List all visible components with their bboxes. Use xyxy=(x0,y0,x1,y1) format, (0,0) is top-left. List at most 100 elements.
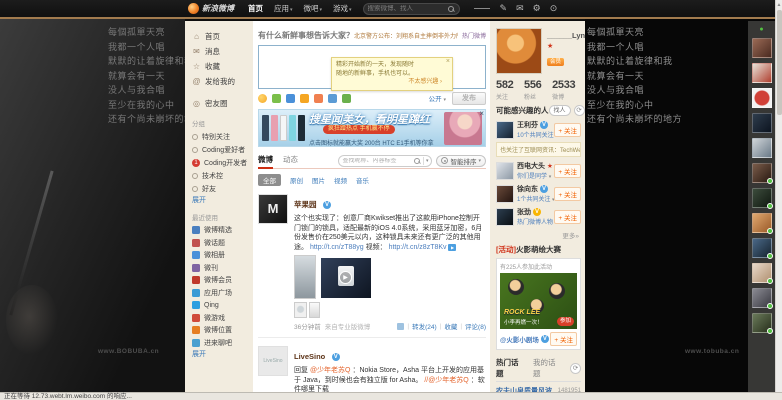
tooltip-dismiss-link[interactable]: 不太感兴趣 › xyxy=(336,78,442,87)
sidebar-item-mentions[interactable]: @发给我的 xyxy=(192,74,253,89)
group-coding-2[interactable]: 1Coding开发者 xyxy=(192,156,253,169)
close-icon[interactable]: × xyxy=(479,109,484,118)
follow-button[interactable]: + 关注 xyxy=(554,164,581,178)
mail-icon[interactable]: ✉ xyxy=(516,0,524,18)
tab-activity[interactable]: 动态 xyxy=(283,153,298,169)
search-icon[interactable] xyxy=(447,5,455,13)
tab-weibo[interactable]: 微博 xyxy=(258,153,273,169)
scrollbar-thumb[interactable] xyxy=(777,10,782,115)
filter-original[interactable]: 原创 xyxy=(290,175,303,185)
stat-following[interactable]: 582关注 xyxy=(496,79,524,101)
avatar[interactable]: LiveSino xyxy=(258,346,288,376)
recent-app[interactable]: 微游戏 xyxy=(192,312,253,325)
post-image[interactable] xyxy=(309,302,320,318)
follow-button[interactable]: + 关注 xyxy=(554,187,581,201)
post-author[interactable]: LiveSino xyxy=(294,352,325,361)
tab-my-topics[interactable]: 我的话题 xyxy=(533,357,561,379)
long-weibo-icon[interactable] xyxy=(314,94,323,103)
image-icon[interactable] xyxy=(272,94,281,103)
avatar[interactable] xyxy=(496,185,514,203)
follow-button[interactable]: + 关注 xyxy=(554,123,581,137)
avatar[interactable] xyxy=(496,208,514,226)
recent-app[interactable]: 微博精选 xyxy=(192,224,253,237)
post-image[interactable] xyxy=(294,255,316,299)
nav-weiba[interactable]: 微吧▾ xyxy=(304,3,323,14)
chat-contact-avatar[interactable] xyxy=(752,88,772,108)
groups-expand-link[interactable]: 展开 xyxy=(192,195,253,205)
recent-app[interactable]: 微博位置 xyxy=(192,324,253,337)
collect-link[interactable]: 收藏 xyxy=(444,321,457,331)
join-button[interactable]: 参加 xyxy=(557,317,574,326)
filter-all[interactable]: 全部 xyxy=(258,174,281,186)
filter-video[interactable]: 视频 xyxy=(334,175,347,185)
tab-hot-topics[interactable]: 热门话题 xyxy=(496,357,524,379)
sidebar-item-home[interactable]: ⌂首页 xyxy=(192,29,253,44)
news-ticker[interactable]: 北京警方公布：刘翔系自主摔倒非外力所伤 xyxy=(354,31,458,40)
feed-search-box[interactable]: ▾ xyxy=(338,155,432,167)
avatar[interactable] xyxy=(496,121,514,139)
topic-icon[interactable] xyxy=(300,94,309,103)
more-people-link[interactable]: 更多» xyxy=(498,230,579,240)
weibo-logo-icon[interactable] xyxy=(188,3,199,14)
recent-app[interactable]: 应用广场 xyxy=(192,287,253,300)
person-relation[interactable]: 你们是同学 ▾ xyxy=(517,171,553,180)
recent-app[interactable]: 进来聊吧 xyxy=(192,337,253,350)
recent-app[interactable]: 微话题 xyxy=(192,237,253,250)
avatar[interactable] xyxy=(496,162,514,180)
compose-icon[interactable]: ✎ xyxy=(500,0,508,18)
refresh-icon[interactable]: ⟳ xyxy=(574,105,585,116)
person-name[interactable]: 张劲V xyxy=(517,207,554,217)
activity-account[interactable]: @火影小剧场 xyxy=(500,334,539,344)
emoticon-icon[interactable] xyxy=(258,94,267,103)
nav-apps[interactable]: 应用▾ xyxy=(274,3,293,14)
search-icon[interactable] xyxy=(413,157,421,165)
chat-contact-avatar[interactable] xyxy=(752,63,772,83)
stat-followers[interactable]: 556粉丝 xyxy=(524,79,552,101)
global-search-box[interactable] xyxy=(363,3,460,15)
chat-contact-avatar[interactable] xyxy=(752,38,772,58)
compose-textarea[interactable]: 精彩开始新的一天，发现随时随地的新鲜事，手机也可以。 不太感兴趣 › × xyxy=(258,45,486,89)
dictionary-icon[interactable] xyxy=(328,94,337,103)
person-relation[interactable]: 10个共同关注 ▾ xyxy=(517,130,554,139)
chat-contact-avatar[interactable] xyxy=(752,238,772,258)
follow-button[interactable]: + 关注 xyxy=(550,332,577,346)
feed-search-input[interactable] xyxy=(342,158,410,164)
gear-icon[interactable]: ⚙ xyxy=(533,0,541,18)
comment-link[interactable]: 评论(8) xyxy=(465,321,486,331)
filter-image[interactable]: 图片 xyxy=(312,175,325,185)
post-image[interactable] xyxy=(294,302,307,318)
post-link[interactable]: http://t.cn/zT88yg xyxy=(310,244,364,251)
chat-contact-avatar[interactable] xyxy=(752,313,772,333)
online-status-icon[interactable]: ● xyxy=(758,26,765,33)
person-relation[interactable]: 1个共同关注 ▾ xyxy=(517,194,554,203)
recent-app[interactable]: Qing xyxy=(192,299,253,312)
chat-contact-avatar[interactable] xyxy=(752,138,772,158)
recent-app[interactable]: 微相册 xyxy=(192,249,253,262)
person-relation[interactable]: 热门微博人物 ▾ xyxy=(517,217,554,226)
group-special-follow[interactable]: 特别关注 xyxy=(192,130,253,143)
vip-badge[interactable]: 会员 xyxy=(547,58,564,66)
more-apps-icon[interactable] xyxy=(342,94,351,103)
sidebar-item-favorites[interactable]: ☆收藏 xyxy=(192,59,253,74)
chat-contact-avatar[interactable] xyxy=(752,288,772,308)
nav-home[interactable]: 首页 xyxy=(248,3,263,14)
sidebar-item-messages[interactable]: ✉消息 xyxy=(192,44,253,59)
person-name[interactable]: 西电大头★ xyxy=(517,161,553,171)
recent-app[interactable]: 微博会员 xyxy=(192,274,253,287)
refresh-icon[interactable]: ⟳ xyxy=(570,363,581,374)
chat-contact-avatar[interactable] xyxy=(752,213,772,233)
hot-weibo-link[interactable]: 热门微博 xyxy=(462,31,486,40)
chat-contact-avatar[interactable] xyxy=(752,263,772,283)
stat-posts[interactable]: 2533微博 xyxy=(552,79,580,101)
video-icon[interactable] xyxy=(286,94,295,103)
publish-button[interactable]: 发布 xyxy=(452,92,486,105)
filter-music[interactable]: 音乐 xyxy=(356,175,369,185)
group-tech[interactable]: 技术控 xyxy=(192,169,253,182)
find-people-button[interactable]: 找人 xyxy=(549,105,571,116)
mention-link[interactable]: //@少年老苏Q xyxy=(424,377,468,384)
person-name[interactable]: 徐向东V xyxy=(517,184,554,194)
sidebar-item-close-friends[interactable]: ◎密友圈 xyxy=(192,96,253,111)
profile-name[interactable]: ______Lyn xyxy=(547,31,581,40)
close-icon[interactable]: × xyxy=(446,58,450,67)
smart-sort-dropdown[interactable]: 智能排序 ▾ xyxy=(436,155,486,167)
